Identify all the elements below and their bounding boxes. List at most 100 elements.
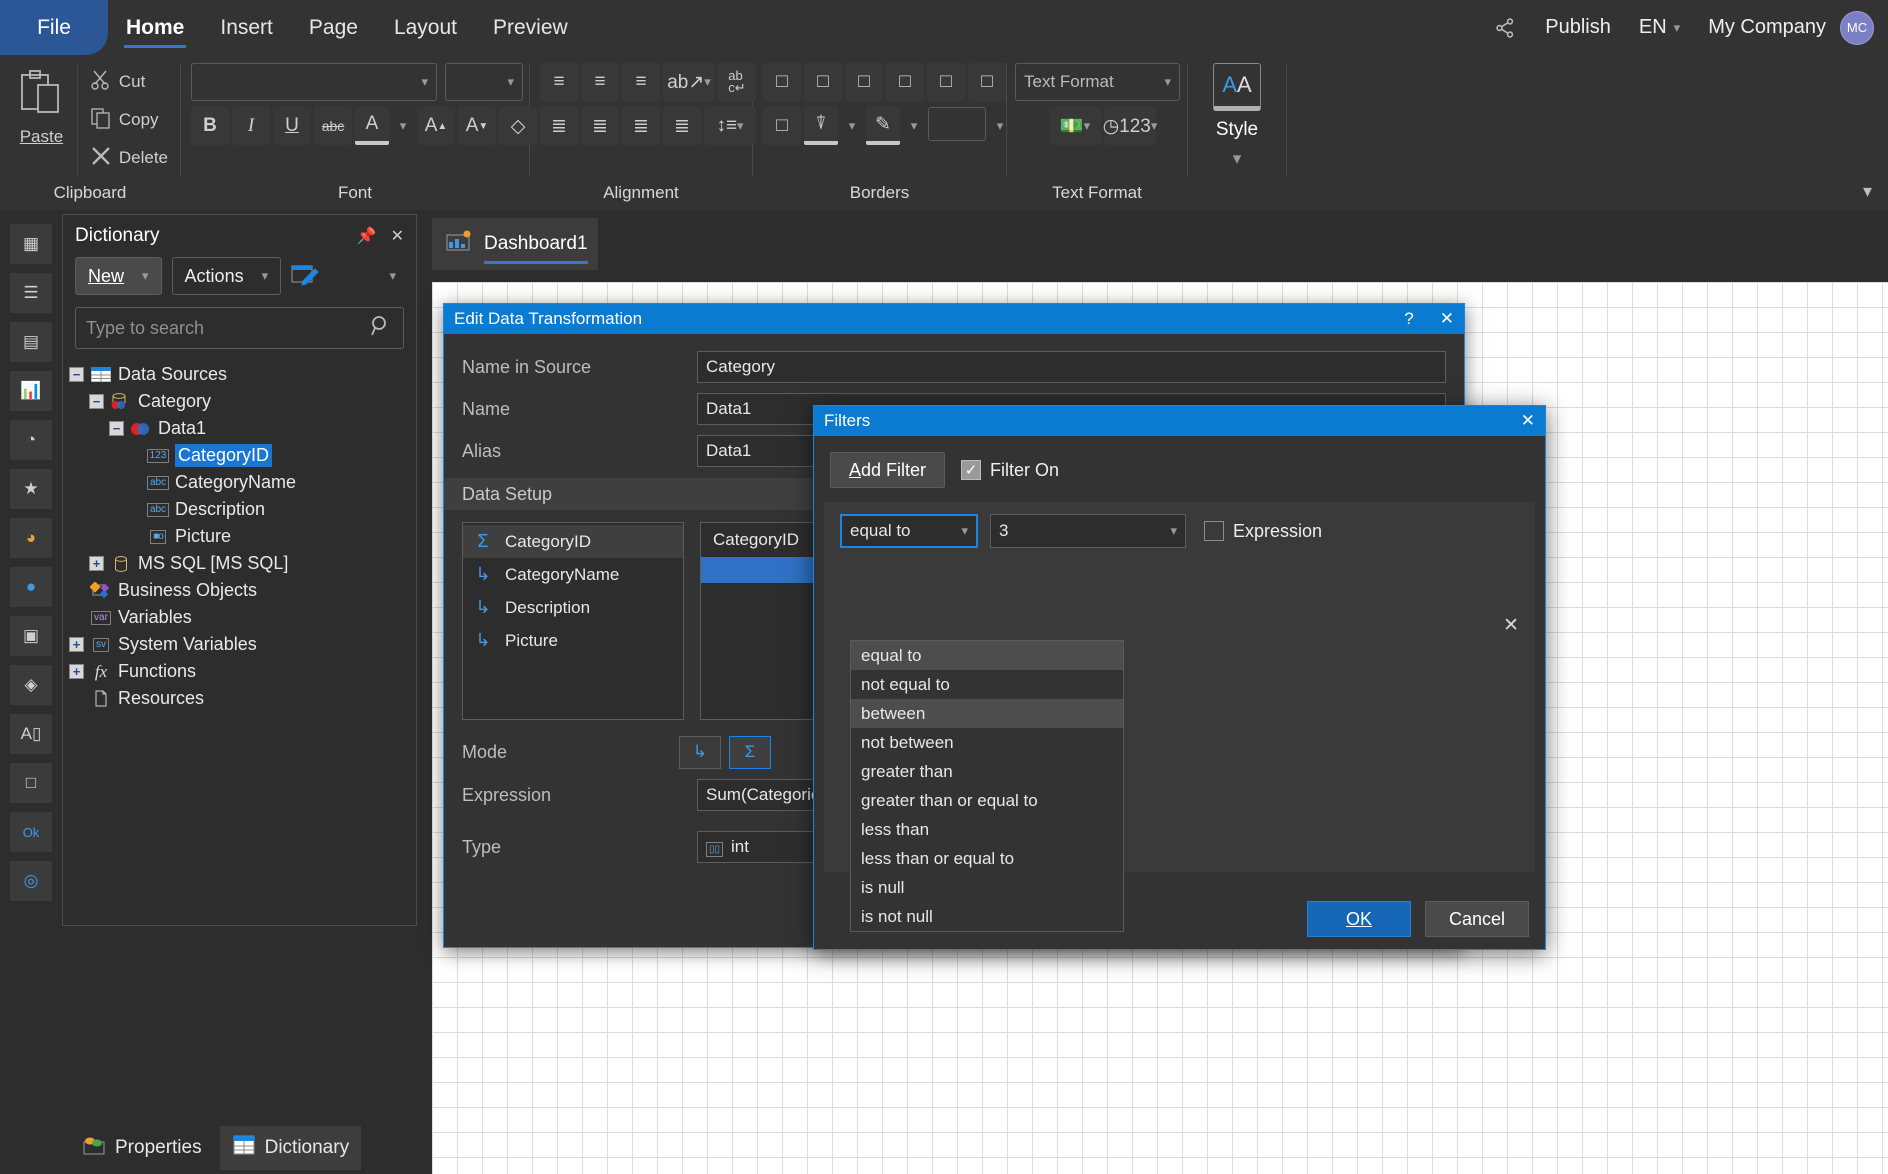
rail-text-icon[interactable]: A▯	[10, 714, 52, 754]
line-spacing-button[interactable]: ↕≡ ▾	[704, 107, 756, 145]
search-box[interactable]	[75, 307, 404, 349]
dictionary-more-icon[interactable]: ▾	[389, 268, 404, 284]
tree-node-data1[interactable]: − Data1	[69, 415, 416, 442]
strikethrough-button[interactable]: abc	[314, 107, 352, 145]
border-style-combo[interactable]	[928, 107, 986, 141]
font-size-combo[interactable]: ▾	[445, 63, 523, 101]
rail-online-icon[interactable]: ◎	[10, 861, 52, 901]
menu-tab-home[interactable]: Home	[108, 0, 202, 55]
tree-node-functions[interactable]: + fx Functions	[69, 658, 416, 685]
align-justify-button[interactable]: ≣	[663, 107, 701, 145]
menu-tab-layout[interactable]: Layout	[376, 0, 475, 55]
cancel-button[interactable]: Cancel	[1425, 901, 1529, 937]
tree-node-ms-sql[interactable]: + MS SQL [MS SQL]	[69, 550, 416, 577]
dropdown-option-not-equal-to[interactable]: not equal to	[851, 670, 1123, 699]
search-icon[interactable]	[369, 314, 393, 343]
tree-node-data-sources[interactable]: − Data Sources	[69, 361, 416, 388]
document-tab-dashboard1[interactable]: Dashboard1	[432, 218, 598, 270]
align-left-button[interactable]: ≣	[540, 107, 578, 145]
rail-map-icon[interactable]: ●	[10, 567, 52, 607]
share-icon[interactable]	[1479, 16, 1531, 40]
expand-toggle-icon[interactable]: −	[89, 394, 104, 409]
menu-tab-page[interactable]: Page	[291, 0, 376, 55]
align-center-button[interactable]: ≣	[581, 107, 619, 145]
column-item-categoryname[interactable]: ↳ CategoryName	[463, 558, 683, 591]
filter-condition-select[interactable]: equal to ▾	[840, 514, 978, 548]
rail-button-icon[interactable]: Ok	[10, 812, 52, 852]
pin-icon[interactable]: 📌	[357, 226, 377, 246]
border-none-button[interactable]: □	[968, 63, 1006, 101]
measure-mode-button[interactable]: Σ	[729, 735, 771, 769]
cut-button[interactable]: Cut	[84, 63, 174, 101]
expand-toggle-icon[interactable]: +	[69, 637, 84, 652]
tree-node-picture[interactable]: ■o Picture	[69, 523, 416, 550]
dropdown-option-is-not-null[interactable]: is not null	[851, 902, 1123, 931]
column-item-picture[interactable]: ↳ Picture	[463, 624, 683, 657]
wrap-text-button[interactable]: ab c↵	[718, 63, 756, 101]
menu-tab-preview[interactable]: Preview	[475, 0, 586, 55]
fill-color-dropdown[interactable]: ▾	[841, 107, 863, 145]
align-top-button[interactable]: ≡	[540, 63, 578, 101]
add-filter-button[interactable]: Add Filter	[830, 452, 946, 488]
underline-button[interactable]: U	[273, 107, 311, 145]
help-icon[interactable]: ?	[1404, 309, 1413, 329]
rail-gauge-icon[interactable]: ◔	[10, 420, 52, 460]
rail-datagrid-icon[interactable]: ☰	[10, 273, 52, 313]
border-all-button[interactable]: □	[763, 63, 801, 101]
tree-node-description[interactable]: abc Description	[69, 496, 416, 523]
dropdown-option-less-than-or-equal-to[interactable]: less than or equal to	[851, 844, 1123, 873]
rail-progress-icon[interactable]: ◕	[10, 518, 52, 558]
align-right-button[interactable]: ≣	[622, 107, 660, 145]
font-family-combo[interactable]: ▾	[191, 63, 437, 101]
expression-checkbox-row[interactable]: Expression	[1204, 521, 1322, 542]
style-dropdown-icon[interactable]: ▾	[1233, 149, 1242, 169]
column-item-categoryid[interactable]: Σ CategoryID	[463, 525, 683, 558]
border-color-button[interactable]: ✎	[866, 107, 900, 145]
number-format-button[interactable]: ◷123 ▾	[1103, 107, 1157, 145]
new-button[interactable]: New ▾	[75, 257, 162, 295]
tree-node-system-variables[interactable]: + sv System Variables	[69, 631, 416, 658]
paste-button[interactable]: Paste	[6, 63, 77, 147]
column-item-description[interactable]: ↳ Description	[463, 591, 683, 624]
avatar[interactable]: MC	[1840, 10, 1874, 45]
filter-on-checkbox[interactable]: ✓	[961, 460, 982, 480]
filter-condition-dropdown-list[interactable]: equal to not equal to between not betwee…	[850, 640, 1124, 932]
rail-card-icon[interactable]: ▤	[10, 322, 52, 362]
border-bottom-button[interactable]: □	[845, 63, 883, 101]
border-top-button[interactable]: □	[927, 63, 965, 101]
filter-value-select[interactable]: 3 ▾	[990, 514, 1186, 548]
tree-node-category[interactable]: − Category	[69, 388, 416, 415]
publish-button[interactable]: Publish	[1531, 16, 1625, 39]
font-color-dropdown[interactable]: ▾	[392, 107, 414, 145]
italic-button[interactable]: I	[232, 107, 270, 145]
tree-node-categoryid[interactable]: 123 CategoryID	[69, 442, 416, 469]
actions-button[interactable]: Actions ▾	[171, 257, 282, 295]
style-button[interactable]: AA	[1213, 63, 1261, 111]
text-format-combo[interactable]: Text Format ▾	[1015, 63, 1180, 101]
align-bottom-button[interactable]: ≡	[622, 63, 660, 101]
expand-toggle-icon[interactable]: −	[109, 421, 124, 436]
expand-toggle-icon[interactable]: +	[89, 556, 104, 571]
search-input[interactable]	[86, 317, 369, 339]
bold-button[interactable]: B	[191, 107, 229, 145]
currency-format-button[interactable]: 💵 ▾	[1049, 107, 1101, 145]
dropdown-option-equal-to[interactable]: equal to	[851, 641, 1123, 670]
rail-panel-icon[interactable]: □	[10, 763, 52, 803]
close-icon[interactable]: ✕	[1440, 309, 1454, 329]
rail-indicator-icon[interactable]: ★	[10, 469, 52, 509]
dropdown-option-not-between[interactable]: not between	[851, 728, 1123, 757]
border-right-button[interactable]: □	[886, 63, 924, 101]
field-input-name-in-source[interactable]: Category	[697, 351, 1446, 383]
tree-node-resources[interactable]: Resources	[69, 685, 416, 712]
border-outline-button[interactable]: □	[763, 107, 801, 145]
rail-chart-icon[interactable]: 📊	[10, 371, 52, 411]
border-left-button[interactable]: □	[804, 63, 842, 101]
menu-tab-insert[interactable]: Insert	[202, 0, 291, 55]
text-direction-button[interactable]: ab↗ ▾	[663, 63, 715, 101]
edit-icon[interactable]	[291, 263, 319, 289]
close-icon[interactable]: ✕	[1521, 411, 1535, 431]
dimension-mode-button[interactable]: ↳	[679, 735, 721, 769]
columns-list[interactable]: Σ CategoryID ↳ CategoryName ↳ Descriptio…	[462, 522, 684, 720]
dropdown-option-greater-than-or-equal-to[interactable]: greater than or equal to	[851, 786, 1123, 815]
tab-properties[interactable]: Properties	[70, 1126, 214, 1170]
